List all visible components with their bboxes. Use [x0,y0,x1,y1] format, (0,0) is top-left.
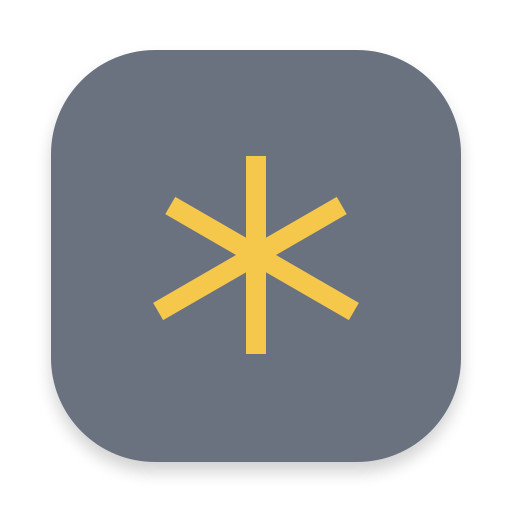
app-icon [51,50,461,462]
app-icon-canvas [0,0,512,512]
